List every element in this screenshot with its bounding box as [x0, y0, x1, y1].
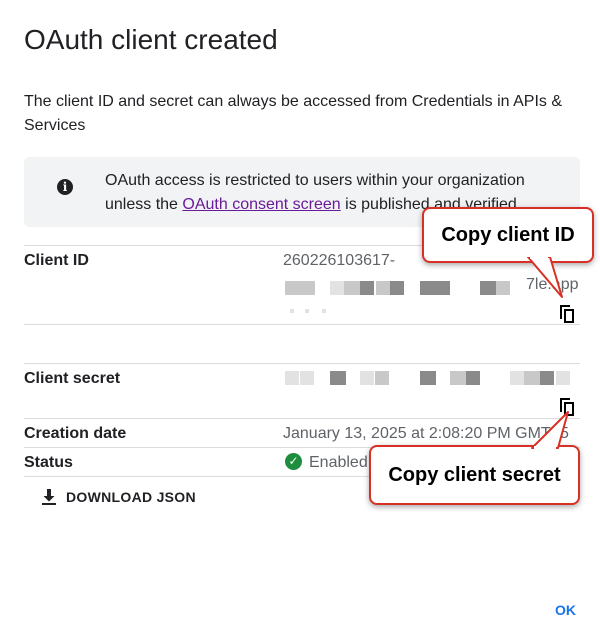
divider [24, 324, 580, 325]
dialog-description: The client ID and secret can always be a… [24, 93, 563, 134]
callout-copy-client-id: Copy client ID [422, 207, 594, 263]
download-icon [42, 489, 56, 505]
check-circle-icon: ✓ [285, 453, 302, 470]
info-icon: i [57, 179, 73, 195]
client-id-value: 260226103617- [283, 252, 396, 269]
client-secret-label: Client secret [24, 370, 121, 387]
divider [24, 363, 580, 364]
callout-copy-client-secret: Copy client secret [369, 445, 580, 505]
download-json-button[interactable]: DOWNLOAD JSON [40, 488, 196, 506]
callout-pointer [527, 257, 563, 298]
copy-client-id-icon[interactable] [557, 302, 577, 324]
creation-date-label: Creation date [24, 425, 127, 442]
callout-pointer [531, 411, 569, 450]
creation-date-value: January 13, 2025 at 2:08:20 PM GMT+5 [283, 425, 569, 442]
oauth-consent-screen-link[interactable]: OAuth consent screen [182, 196, 340, 213]
client-id-label: Client ID [24, 252, 89, 269]
status-label: Status [24, 454, 73, 471]
ok-button[interactable]: OK [555, 602, 576, 618]
divider [24, 418, 580, 419]
status-value: Enabled [309, 454, 368, 471]
download-json-label: DOWNLOAD JSON [66, 489, 196, 505]
dialog-title: OAuth client created [24, 24, 278, 55]
